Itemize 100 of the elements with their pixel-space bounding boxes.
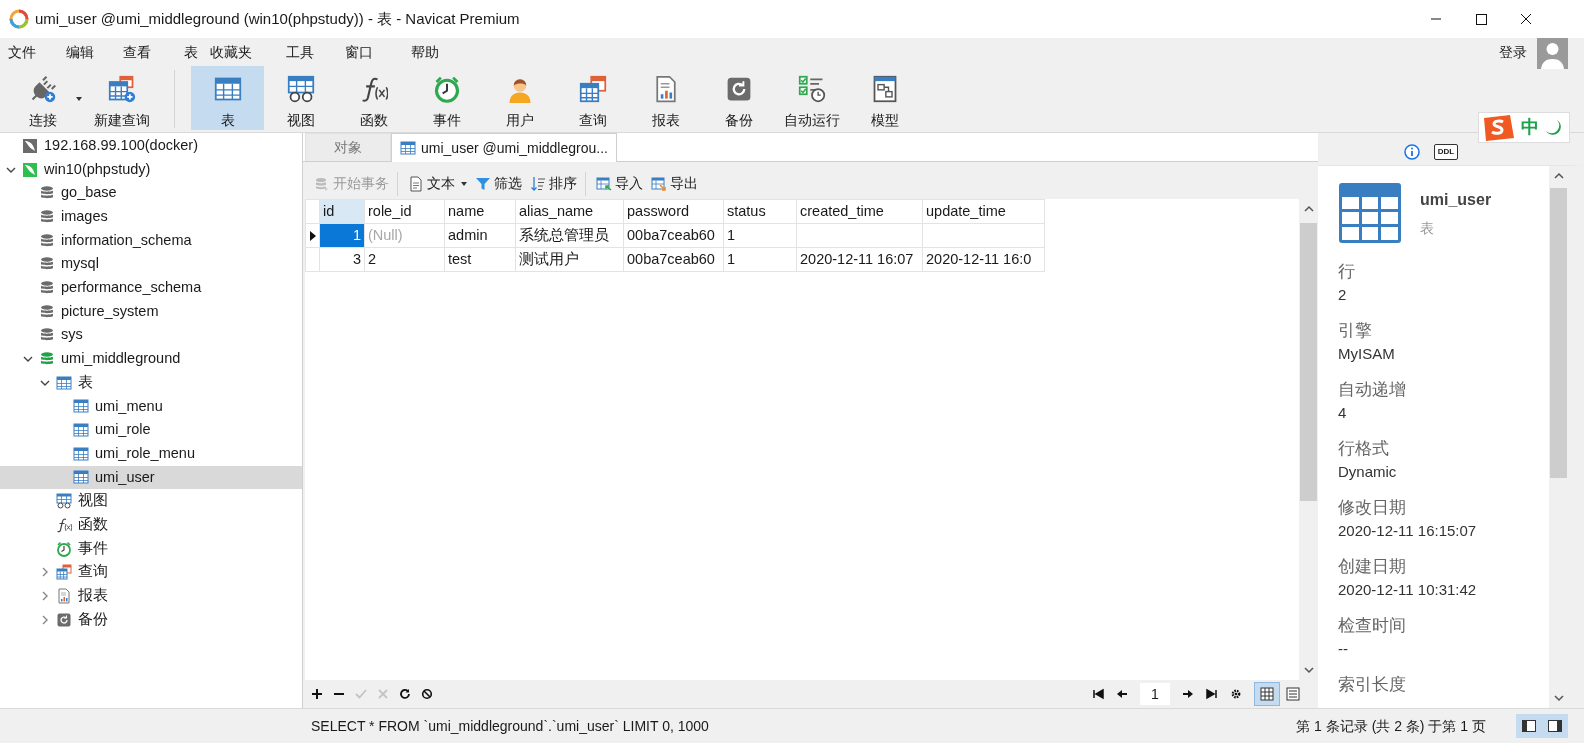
tree-item[interactable]: information_schema: [0, 228, 302, 253]
login-link[interactable]: 登录: [1499, 41, 1527, 63]
last-page-icon[interactable]: [1206, 688, 1218, 700]
scroll-up-icon[interactable]: [1303, 205, 1314, 213]
previous-page-icon[interactable]: [1116, 688, 1128, 700]
toolbar-button[interactable]: 函数: [337, 66, 410, 130]
caret-icon[interactable]: [461, 181, 467, 186]
tab[interactable]: umi_user @umi_middlegrou...: [391, 133, 617, 162]
tree-item[interactable]: go_base: [0, 181, 302, 206]
form-icon[interactable]: [1286, 687, 1300, 701]
panel-toggle-button[interactable]: [1516, 714, 1542, 738]
toolbar-button[interactable]: 报表: [629, 66, 702, 130]
table-cell[interactable]: 00ba7ceab60: [623, 223, 724, 248]
tree-item[interactable]: win10(phpstudy): [0, 157, 302, 182]
scroll-down-icon[interactable]: [1553, 694, 1564, 702]
caret-icon[interactable]: [76, 97, 82, 101]
column-header[interactable]: name: [444, 199, 516, 224]
grid-view-button[interactable]: [1254, 682, 1280, 706]
table-cell[interactable]: 00ba7ceab60: [623, 247, 724, 272]
menu-item[interactable]: 收藏夹: [202, 38, 278, 66]
scroll-thumb[interactable]: [1550, 188, 1567, 478]
column-header[interactable]: password: [623, 199, 724, 224]
scroll-up-icon[interactable]: [1553, 172, 1564, 180]
scrollbar[interactable]: [1549, 166, 1568, 708]
column-header[interactable]: role_id: [364, 199, 445, 224]
table-cell[interactable]: 系统总管理员: [515, 223, 624, 248]
toolbar-button[interactable]: 用户: [483, 66, 556, 130]
tree-item[interactable]: 函数: [0, 513, 302, 537]
tree-item[interactable]: 事件: [0, 536, 302, 561]
menu-item[interactable]: 工具: [278, 38, 337, 66]
tree-item[interactable]: performance_schema: [0, 276, 302, 300]
avatar-icon[interactable]: [1537, 38, 1568, 69]
tree-item[interactable]: 192.168.99.100(docker): [0, 134, 302, 158]
table-cell[interactable]: test: [444, 247, 516, 272]
table-cell[interactable]: 2020-12-11 16:0: [922, 247, 1045, 272]
menu-item[interactable]: 帮助: [403, 38, 463, 66]
menu-item[interactable]: 编辑: [58, 38, 115, 66]
menu-item[interactable]: 窗口: [337, 38, 403, 66]
toolbar-button[interactable]: 视图: [264, 66, 337, 130]
stop-icon[interactable]: [421, 688, 433, 700]
menu-item[interactable]: 文件: [0, 38, 58, 66]
toolbar-button[interactable]: 模型: [848, 66, 921, 130]
tree-item[interactable]: 备份: [0, 607, 302, 632]
toolbar-button[interactable]: 筛选: [472, 171, 525, 196]
table-cell[interactable]: 1: [723, 247, 797, 272]
column-header[interactable]: created_time: [796, 199, 923, 224]
tree-item[interactable]: umi_role_menu: [0, 441, 302, 466]
refresh-icon[interactable]: [399, 688, 411, 700]
maximize-icon[interactable]: [1475, 12, 1488, 26]
tree-item[interactable]: umi_menu: [0, 394, 302, 419]
tree-item[interactable]: mysql: [0, 252, 302, 277]
tab[interactable]: 对象: [305, 133, 391, 161]
tree-item[interactable]: 查询: [0, 560, 302, 585]
left-panel-icon[interactable]: [1522, 720, 1536, 732]
tree-item[interactable]: 视图: [0, 489, 302, 513]
column-header[interactable]: alias_name: [515, 199, 624, 224]
tree-item[interactable]: images: [0, 205, 302, 229]
settings-icon[interactable]: [1230, 688, 1242, 700]
toolbar-button[interactable]: 新建查询: [85, 66, 158, 130]
toolbar-button[interactable]: 自动运行: [775, 66, 848, 130]
toolbar-button[interactable]: 文本: [405, 171, 470, 196]
tree-item[interactable]: umi_middleground: [0, 347, 302, 371]
next-page-icon[interactable]: [1182, 688, 1194, 700]
toolbar-button[interactable]: 备份: [702, 66, 775, 130]
info-icon[interactable]: [1404, 144, 1420, 160]
table-cell[interactable]: 2020-12-11 16:07: [796, 247, 923, 272]
close-icon[interactable]: [1520, 12, 1533, 26]
scroll-down-icon[interactable]: [1303, 666, 1314, 674]
scroll-thumb[interactable]: [1300, 223, 1317, 501]
toolbar-button[interactable]: 排序: [527, 171, 586, 196]
empty-cell[interactable]: [922, 223, 1045, 248]
tree-item[interactable]: umi_user: [0, 465, 302, 490]
add-icon[interactable]: [311, 688, 323, 700]
toolbar-button[interactable]: 表: [191, 66, 264, 130]
row-indicator[interactable]: [305, 223, 320, 248]
column-header[interactable]: status: [723, 199, 797, 224]
menu-item[interactable]: 查看: [115, 38, 176, 66]
table-cell[interactable]: 1: [723, 223, 797, 248]
toolbar-button[interactable]: 查询: [556, 66, 629, 130]
tree-item[interactable]: umi_role: [0, 418, 302, 442]
tree-item[interactable]: picture_system: [0, 299, 302, 324]
tree-item[interactable]: sys: [0, 323, 302, 348]
toolbar-button[interactable]: 导出: [648, 171, 701, 196]
table-cell[interactable]: 2: [364, 247, 445, 272]
panel-toggle-button[interactable]: [1542, 714, 1568, 738]
right-panel-icon[interactable]: [1548, 720, 1562, 732]
menu-item[interactable]: 表: [176, 38, 202, 66]
grid-icon[interactable]: [1260, 687, 1274, 701]
toolbar-button[interactable]: 导入: [593, 171, 646, 196]
table-cell[interactable]: admin: [444, 223, 516, 248]
tree-item[interactable]: 报表: [0, 584, 302, 608]
column-header[interactable]: id: [319, 199, 365, 224]
column-header[interactable]: update_time: [922, 199, 1045, 224]
toolbar-button[interactable]: 连接: [6, 66, 79, 130]
empty-cell[interactable]: [796, 223, 923, 248]
ddl-button[interactable]: DDL: [1434, 144, 1458, 160]
tree-item[interactable]: 表: [0, 370, 302, 395]
page-number-field[interactable]: 1: [1140, 683, 1170, 705]
table-cell[interactable]: 测试用户: [515, 247, 624, 272]
first-page-icon[interactable]: [1092, 688, 1104, 700]
